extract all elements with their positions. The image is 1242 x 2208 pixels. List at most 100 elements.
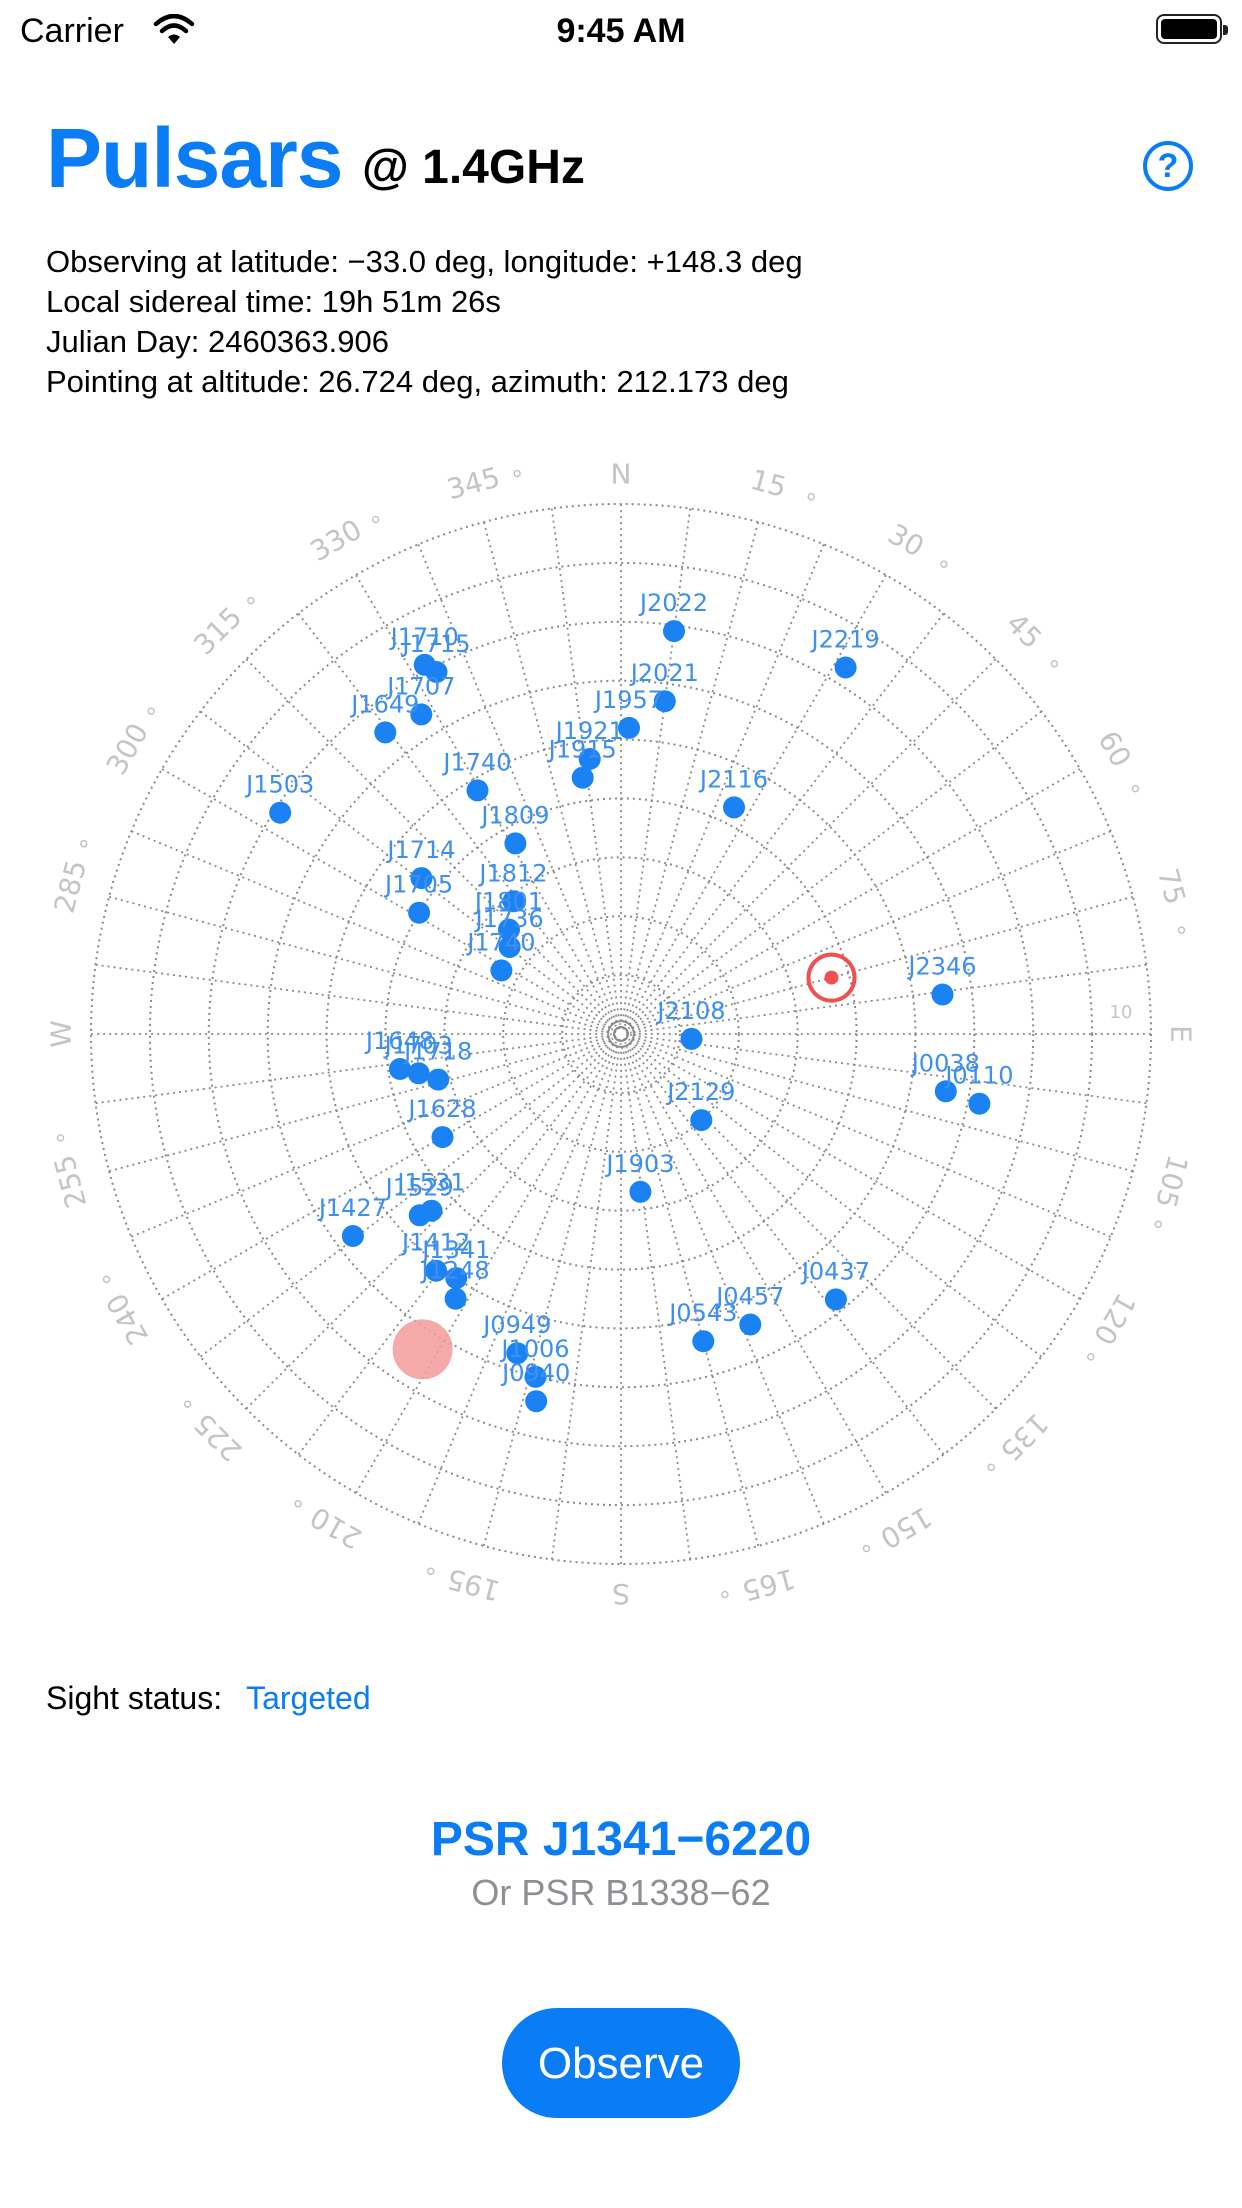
pulsar-dot <box>431 1126 454 1149</box>
altitude-ring <box>614 1027 628 1041</box>
page-title: Pulsars <box>46 111 344 205</box>
pulsar-alt-name: Or PSR B1338−62 <box>471 1872 771 1913</box>
ring-label: 10 <box>1110 1002 1133 1023</box>
compass-label: N <box>611 458 632 491</box>
azimuth-label: 165 <box>738 1562 798 1608</box>
pulsar-label: J1705 <box>383 871 453 899</box>
degree-symbol <box>1050 660 1059 668</box>
azimuth-label: 255 <box>48 1151 94 1211</box>
pulsar-label: J1718 <box>402 1038 472 1066</box>
pulsar-label: J2129 <box>665 1078 735 1106</box>
pulsar-label: J1903 <box>604 1150 674 1178</box>
sight-status-value: Targeted <box>246 1680 371 1716</box>
pulsar-dot <box>834 656 857 679</box>
status-bar: Carrier 9:45 AM <box>0 0 1242 62</box>
pulsar-label: J2021 <box>629 659 699 687</box>
azimuth-label: 150 <box>875 1500 938 1555</box>
azimuth-label: 195 <box>443 1562 503 1608</box>
pulsar-dot <box>525 1390 548 1413</box>
pulsar-label: J2219 <box>810 626 880 654</box>
azimuth-label: 60 <box>1091 725 1137 772</box>
azimuth-label: 285 <box>48 856 94 916</box>
pulsar-dot <box>629 1180 652 1203</box>
sky-chart[interactable]: N E S W 15 30 45 60 75 105 120 135 150 165 195 210 225 24… <box>0 440 1242 1620</box>
pulsar-dot <box>420 1199 443 1222</box>
pulsar-dot <box>490 959 513 982</box>
pulsar-label: J2022 <box>638 589 708 617</box>
pulsar-dot <box>571 766 594 789</box>
pulsar-label: J1915 <box>547 736 617 764</box>
frequency-label: @ 1.4GHz <box>362 141 585 194</box>
pulsar-label: J0457 <box>714 1283 784 1311</box>
pulsar-label: J2116 <box>698 765 768 793</box>
degree-symbol <box>147 707 155 715</box>
pulsar-label: J1531 <box>395 1169 465 1197</box>
pointing-line: Pointing at altitude: 26.724 deg, azimut… <box>46 364 789 399</box>
azimuth-spoke <box>626 1035 1112 1238</box>
pulsar-label: J2108 <box>655 997 725 1025</box>
sidereal-time-line: Local sidereal time: 19h 51m 26s <box>46 284 501 319</box>
pulsar-label: J0940 <box>500 1359 570 1387</box>
azimuth-label: 75 <box>1151 865 1192 908</box>
pulsar-dot <box>692 1330 715 1353</box>
azimuth-spoke <box>108 1034 616 1173</box>
pulsar-label: J1248 <box>420 1257 490 1285</box>
altitude-ring <box>561 974 681 1094</box>
julian-day-line: Julian Day: 2460363.906 <box>46 324 389 359</box>
azimuth-label: 300 <box>100 718 155 781</box>
azimuth-spoke <box>482 1039 621 1547</box>
pulsar-dot <box>444 1287 467 1310</box>
pulsar-label: J0437 <box>800 1257 870 1285</box>
pulsar-dot <box>504 832 527 855</box>
pulsar-dot <box>931 983 954 1006</box>
observation-info: Observing at latitude: −33.0 deg, longit… <box>46 242 803 402</box>
pulsar-dot <box>427 1068 450 1091</box>
location-line: Observing at latitude: −33.0 deg, longit… <box>46 244 803 279</box>
sight-status-label: Sight status: <box>46 1680 223 1716</box>
azimuth-label: 315 <box>187 600 248 661</box>
degree-symbol <box>862 1544 871 1553</box>
azimuth-label: 15 <box>747 463 790 504</box>
azimuth-label: 345 <box>443 461 503 507</box>
azimuth-label: 105 <box>1149 1151 1195 1211</box>
azimuth-label: 240 <box>100 1288 155 1351</box>
degree-symbol <box>987 1463 995 1472</box>
pulsar-name: PSR J1341−6220 <box>430 1813 812 1866</box>
pulsar-dot <box>663 620 685 643</box>
observe-button[interactable]: Observe <box>502 2008 740 2118</box>
pulsar-dot <box>408 901 431 924</box>
azimuth-label: 330 <box>305 513 368 568</box>
pulsar-dot <box>739 1313 762 1336</box>
degree-symbol <box>79 839 88 848</box>
degree-symbol <box>183 1400 192 1408</box>
degree-symbol <box>426 1567 435 1576</box>
pulsar-label: J1427 <box>317 1194 387 1222</box>
pulsar-label: J1503 <box>244 771 314 799</box>
battery-icon <box>1156 14 1228 44</box>
azimuth-spoke <box>625 768 1081 1032</box>
degree-symbol <box>940 560 948 568</box>
clock: 9:45 AM <box>556 12 686 50</box>
pulsar-dot <box>723 796 745 819</box>
help-button[interactable]: ? <box>1143 141 1193 191</box>
pulsar-label: J2346 <box>906 953 976 981</box>
pulsar-dot <box>680 1027 703 1050</box>
degree-symbol <box>247 596 255 605</box>
degree-symbol <box>56 1134 65 1142</box>
azimuth-label: 30 <box>882 517 929 563</box>
degree-symbol <box>371 515 380 524</box>
pulsar-dot <box>690 1109 713 1132</box>
azimuth-label: 45 <box>1000 607 1049 656</box>
target-center <box>824 970 839 985</box>
pulsar-dot <box>269 801 292 824</box>
degree-symbol <box>807 492 816 501</box>
degree-symbol <box>721 1590 729 1599</box>
degree-symbol <box>1177 926 1186 934</box>
degree-symbol <box>1154 1220 1163 1229</box>
degree-symbol <box>1131 784 1140 793</box>
azimuth-spoke <box>297 612 619 1030</box>
pulsar-dot <box>968 1092 991 1115</box>
degree-symbol <box>294 1500 302 1508</box>
pulsar-dot <box>466 779 489 802</box>
pulsar-label: J1714 <box>385 836 455 864</box>
